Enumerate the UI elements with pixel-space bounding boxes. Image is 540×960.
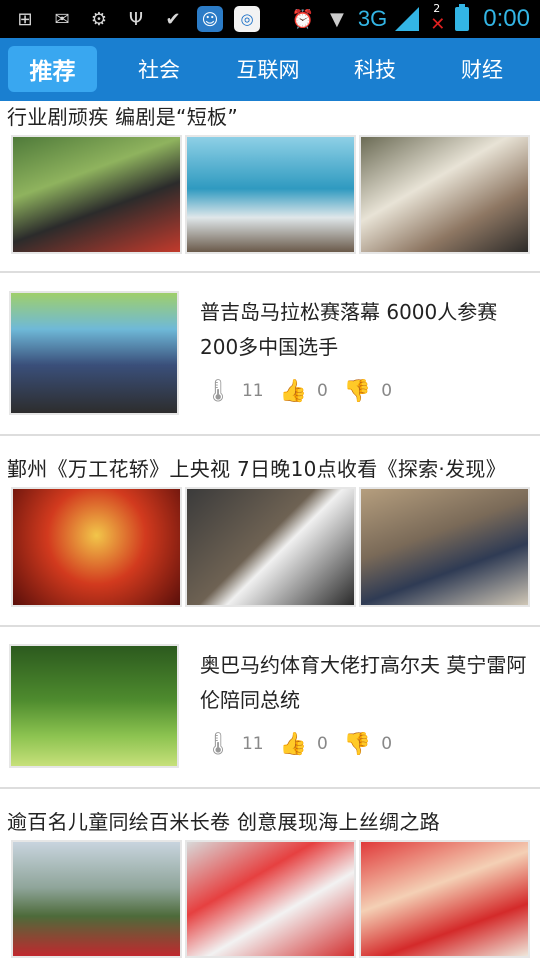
chat-notification-icon: ✉ [54,8,70,30]
news-feed: 行业剧顽疾 编剧是“短板” 普吉岛马拉松赛落幕 6000人参赛200多中国选手 … [0,101,540,960]
news-title: 行业剧顽疾 编剧是“短板” [7,105,238,129]
news-title: 逾百名儿童同绘百米长卷 创意展现海上丝绸之路 [7,810,440,834]
news-thumbnail [11,487,182,607]
thumbs-down-icon[interactable]: 👎 [344,379,371,404]
view-count: 11 [241,381,264,401]
thumbs-up-icon[interactable]: 👍 [280,379,307,404]
dislike-count: 0 [381,734,393,754]
like-count: 0 [316,381,328,401]
no-sim-icon: ✕ [430,14,446,35]
add-notification-icon: ⊞ [17,8,33,30]
news-stats: 🌡 11 👍 0 👎 0 [204,377,408,405]
security-notification-icon: ✔ [165,8,181,30]
tab-society[interactable]: 社会 [118,46,200,92]
thumbs-down-icon[interactable]: 👎 [344,732,371,757]
divider [0,625,540,627]
news-thumbnail [9,291,179,415]
signal-icon [395,7,420,31]
status-bar: ⊞ ✉ ⚙ Ψ ✔ ☺ ◎ ⏰ ▼ 3G 2 ✕ 0:00 [0,0,540,38]
news-thumbnail [11,840,182,958]
news-title: 奥巴马约体育大佬打高尔夫 莫宁雷阿伦陪同总统 [200,653,527,712]
divider [0,271,540,273]
news-thumbnail [11,135,182,254]
thermometer-icon: 🌡 [204,731,232,757]
news-thumbnail [359,135,530,254]
android-debug-icon: ⚙ [90,8,108,30]
news-thumbnail [185,135,356,254]
like-count: 0 [316,734,328,754]
clock: 0:00 [483,5,530,32]
usb-icon: Ψ [128,8,144,30]
tab-recommended[interactable]: 推荐 [8,46,97,92]
news-thumbnail [185,487,356,607]
news-app-icon: ◎ [234,6,260,32]
news-thumbnail [359,487,530,607]
news-title: 鄞州《万工花轿》上央视 7日晚10点收看《探索·发现》 [7,457,506,481]
battery-icon [455,4,470,31]
wifi-icon: ▼ [330,8,344,30]
news-stats: 🌡 11 👍 0 👎 0 [204,730,408,758]
dislike-count: 0 [381,381,393,401]
view-count: 11 [241,734,264,754]
qq-app-icon: ☺ [197,6,223,32]
category-tab-bar: 推荐 社会 互联网 科技 财经 [0,38,540,101]
divider [0,434,540,436]
tab-internet[interactable]: 互联网 [222,46,314,92]
thermometer-icon: 🌡 [204,378,232,404]
alarm-icon: ⏰ [291,8,315,30]
sim-status: 2 ✕ [427,2,447,35]
thumbs-up-icon[interactable]: 👍 [280,732,307,757]
tab-finance[interactable]: 财经 [442,46,522,92]
divider [0,787,540,789]
network-type: 3G [357,6,388,31]
tab-technology[interactable]: 科技 [335,46,415,92]
news-thumbnail [359,840,530,958]
news-title: 普吉岛马拉松赛落幕 6000人参赛200多中国选手 [200,300,498,359]
news-thumbnail [185,840,356,958]
news-thumbnail [9,644,179,768]
